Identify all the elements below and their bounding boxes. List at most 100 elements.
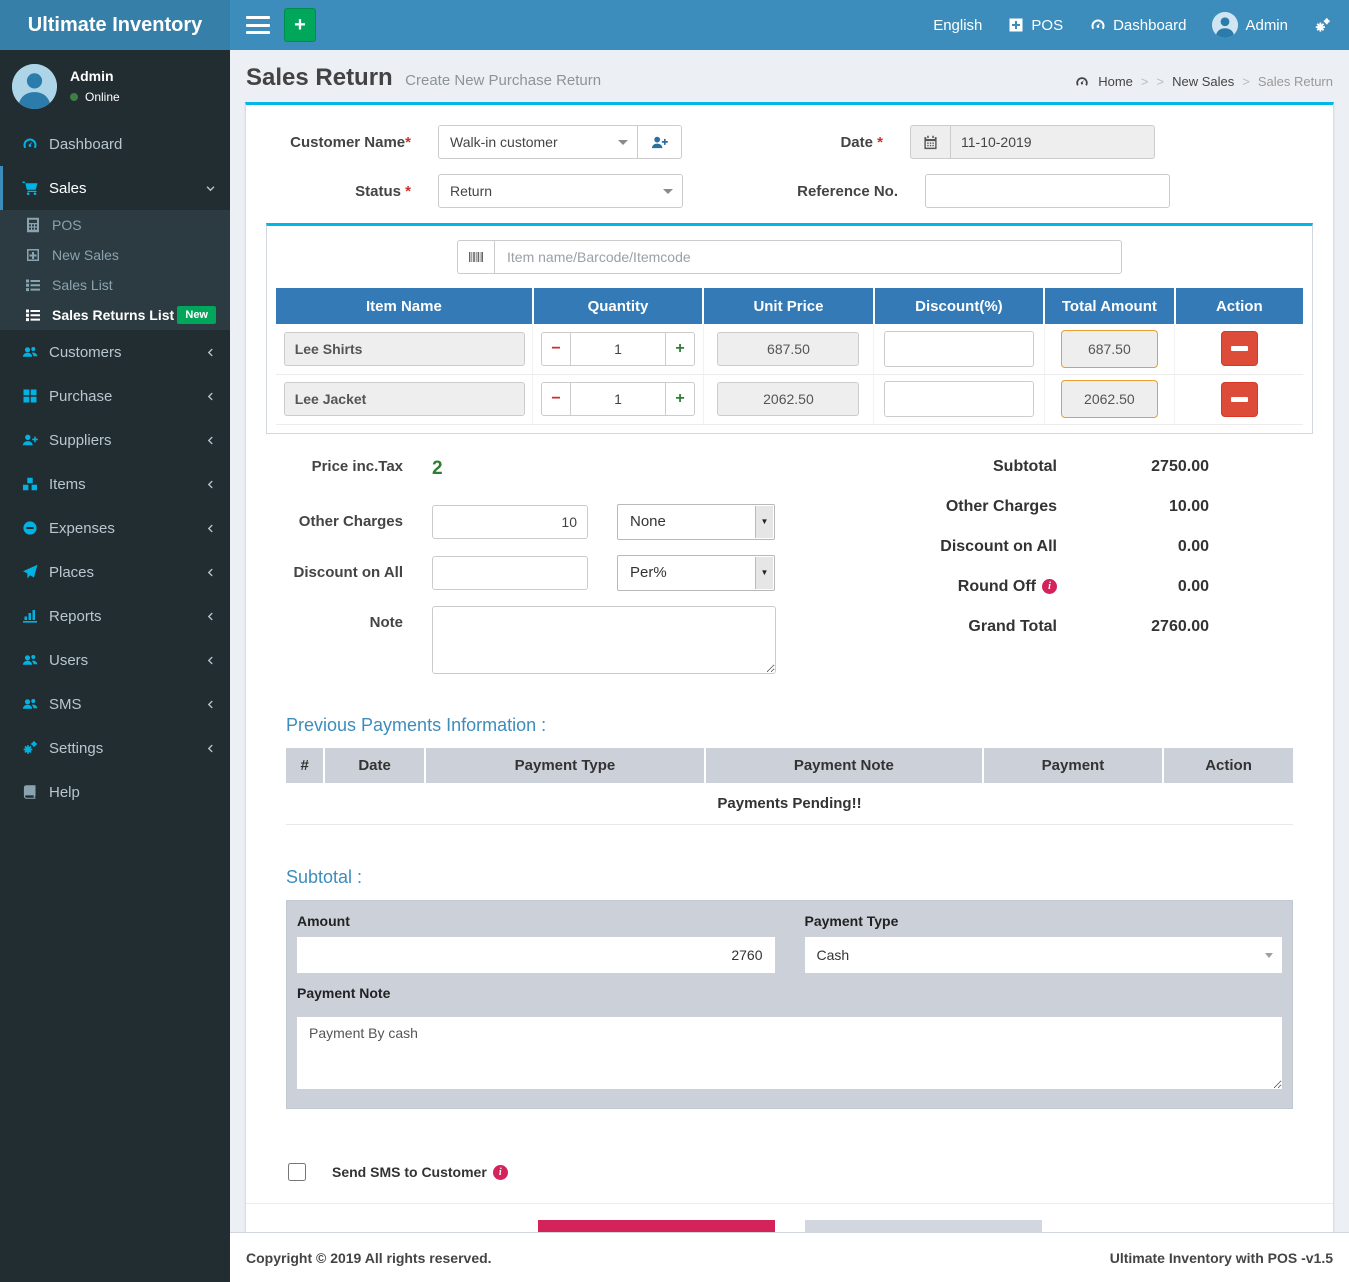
customer-name-label: Customer Name* (266, 134, 411, 151)
payment-panel: Amount Payment Type Cash Payment Note Pa… (286, 900, 1293, 1109)
payment-note-textarea[interactable]: Payment By cash (297, 1017, 1282, 1089)
grand-total-value: 2760.00 (1057, 618, 1209, 636)
discount-type-select[interactable]: Per% ▼ (617, 555, 775, 591)
quantity-decrease-button[interactable]: − (541, 332, 571, 366)
sidebar-item-expenses[interactable]: Expenses (0, 506, 230, 550)
sidebar-item-new-sales[interactable]: New Sales (0, 240, 230, 270)
unit-price-input[interactable] (717, 382, 859, 416)
note-textarea[interactable] (432, 606, 776, 674)
plus-square-icon (22, 247, 44, 263)
payments-header-note: Payment Note (705, 748, 983, 783)
payments-header-date: Date (324, 748, 425, 783)
discount-input[interactable] (884, 331, 1034, 367)
quantity-decrease-button[interactable]: − (541, 382, 571, 416)
other-charges-total-label: Other Charges (837, 498, 1057, 516)
dashboard-icon (19, 136, 41, 152)
item-name-input[interactable] (284, 332, 525, 366)
settings-gear-icon[interactable] (1314, 17, 1331, 34)
user-avatar (1212, 12, 1238, 38)
bar-chart-icon (19, 608, 41, 624)
quantity-increase-button[interactable]: + (665, 332, 695, 366)
items-header-name: Item Name (276, 288, 533, 324)
plus-square-icon (1008, 17, 1024, 33)
chevron-left-icon (205, 523, 216, 534)
cart-icon (19, 180, 41, 196)
other-charges-input[interactable] (432, 505, 588, 539)
users-icon (19, 344, 41, 360)
unit-price-input[interactable] (717, 332, 859, 366)
info-icon[interactable]: i (493, 1165, 508, 1180)
sidebar-item-customers[interactable]: Customers (0, 330, 230, 374)
sidebar-item-sales-returns-list[interactable]: Sales Returns List New (0, 300, 230, 330)
user-plus-icon (19, 432, 41, 448)
sidebar-item-dashboard[interactable]: Dashboard (0, 122, 230, 166)
other-charges-type-select[interactable]: None ▼ (617, 504, 775, 540)
item-search-input[interactable] (494, 240, 1122, 274)
subtotal-heading: Subtotal : (286, 867, 1293, 888)
sidebar-user-name: Admin (70, 68, 120, 84)
menu-toggle-icon[interactable] (246, 16, 270, 34)
copyright-text: Copyright © 2019 All rights reserved. (246, 1250, 492, 1266)
remove-item-button[interactable] (1221, 331, 1258, 366)
app-logo[interactable]: Ultimate Inventory (0, 0, 230, 50)
total-amount-input[interactable] (1061, 330, 1158, 368)
payments-table: # Date Payment Type Payment Note Payment… (286, 748, 1293, 826)
sidebar-item-purchase[interactable]: Purchase (0, 374, 230, 418)
discount-on-all-input[interactable] (432, 556, 588, 590)
sidebar-item-reports[interactable]: Reports (0, 594, 230, 638)
sidebar-item-settings[interactable]: Settings (0, 726, 230, 770)
grid-icon (19, 388, 41, 404)
add-customer-button[interactable] (638, 125, 682, 159)
quantity-input[interactable] (571, 382, 665, 416)
sidebar-item-sms[interactable]: SMS (0, 682, 230, 726)
customer-select[interactable]: Walk-in customer (438, 125, 638, 159)
language-menu[interactable]: English (933, 17, 982, 34)
date-input[interactable] (950, 125, 1155, 159)
item-name-input[interactable] (284, 382, 525, 416)
sidebar-item-users[interactable]: Users (0, 638, 230, 682)
breadcrumb-home[interactable]: Home (1098, 74, 1133, 89)
sidebar-item-pos[interactable]: POS (0, 210, 230, 240)
sidebar-item-sales-list[interactable]: Sales List (0, 270, 230, 300)
reference-input[interactable] (925, 174, 1170, 208)
cubes-icon (19, 476, 41, 492)
discount-input[interactable] (884, 381, 1034, 417)
caret-down-icon (1265, 953, 1273, 958)
items-header-action: Action (1175, 288, 1303, 324)
sidebar-user-status: Online (70, 90, 120, 104)
send-sms-checkbox[interactable] (288, 1163, 306, 1181)
sidebar-item-help[interactable]: Help (0, 770, 230, 814)
chevron-left-icon (205, 743, 216, 754)
round-off-label: Round Offi (837, 578, 1057, 596)
page-title: Sales Return (246, 64, 393, 91)
chevron-left-icon (205, 347, 216, 358)
quantity-input[interactable] (571, 332, 665, 366)
payments-header-action: Action (1163, 748, 1293, 783)
user-menu[interactable]: Admin (1212, 12, 1288, 38)
items-header-discount: Discount(%) (874, 288, 1044, 324)
payment-type-select[interactable]: Cash (805, 937, 1283, 973)
nav-pos-link[interactable]: POS (1008, 17, 1063, 34)
minus-icon (1231, 346, 1248, 351)
charges-form: Price inc.Tax 2 Other Charges None ▼ Dis… (266, 458, 826, 689)
sidebar-item-sales[interactable]: Sales (0, 166, 230, 210)
amount-input[interactable] (297, 937, 775, 973)
sidebar: Admin Online Dashboard Sales POS New Sal… (0, 50, 230, 1282)
sidebar-item-suppliers[interactable]: Suppliers (0, 418, 230, 462)
total-amount-input[interactable] (1061, 380, 1158, 418)
discount-total-value: 0.00 (1057, 538, 1209, 556)
home-icon (1074, 75, 1090, 89)
remove-item-button[interactable] (1221, 382, 1258, 417)
status-select[interactable]: Return (438, 174, 683, 208)
sidebar-item-places[interactable]: Places (0, 550, 230, 594)
chevron-left-icon (205, 655, 216, 666)
quick-add-button[interactable]: + (284, 8, 316, 42)
round-off-value: 0.00 (1057, 578, 1209, 596)
users-icon (19, 652, 41, 668)
sidebar-item-items[interactable]: Items (0, 462, 230, 506)
quantity-increase-button[interactable]: + (665, 382, 695, 416)
list-icon (22, 307, 44, 323)
nav-dashboard-link[interactable]: Dashboard (1089, 17, 1186, 34)
info-icon[interactable]: i (1042, 579, 1057, 594)
breadcrumb-new-sales[interactable]: New Sales (1172, 74, 1234, 89)
